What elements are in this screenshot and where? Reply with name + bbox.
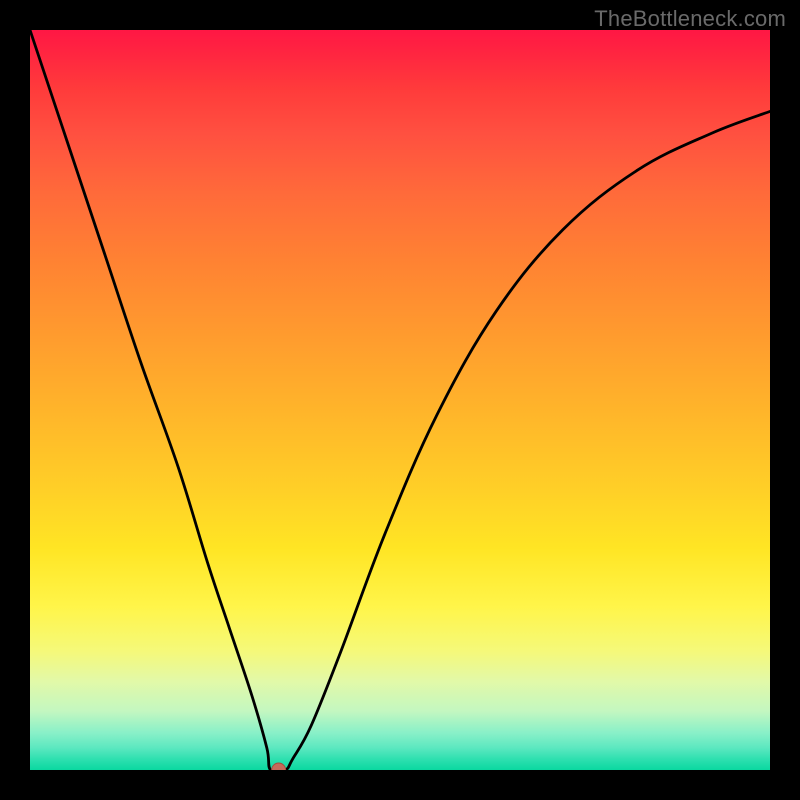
minimum-marker: [272, 763, 286, 770]
plot-area: [30, 30, 770, 770]
watermark-text: TheBottleneck.com: [594, 6, 786, 32]
chart-container: TheBottleneck.com: [0, 0, 800, 800]
bottleneck-curve: [30, 30, 770, 770]
chart-svg: [30, 30, 770, 770]
